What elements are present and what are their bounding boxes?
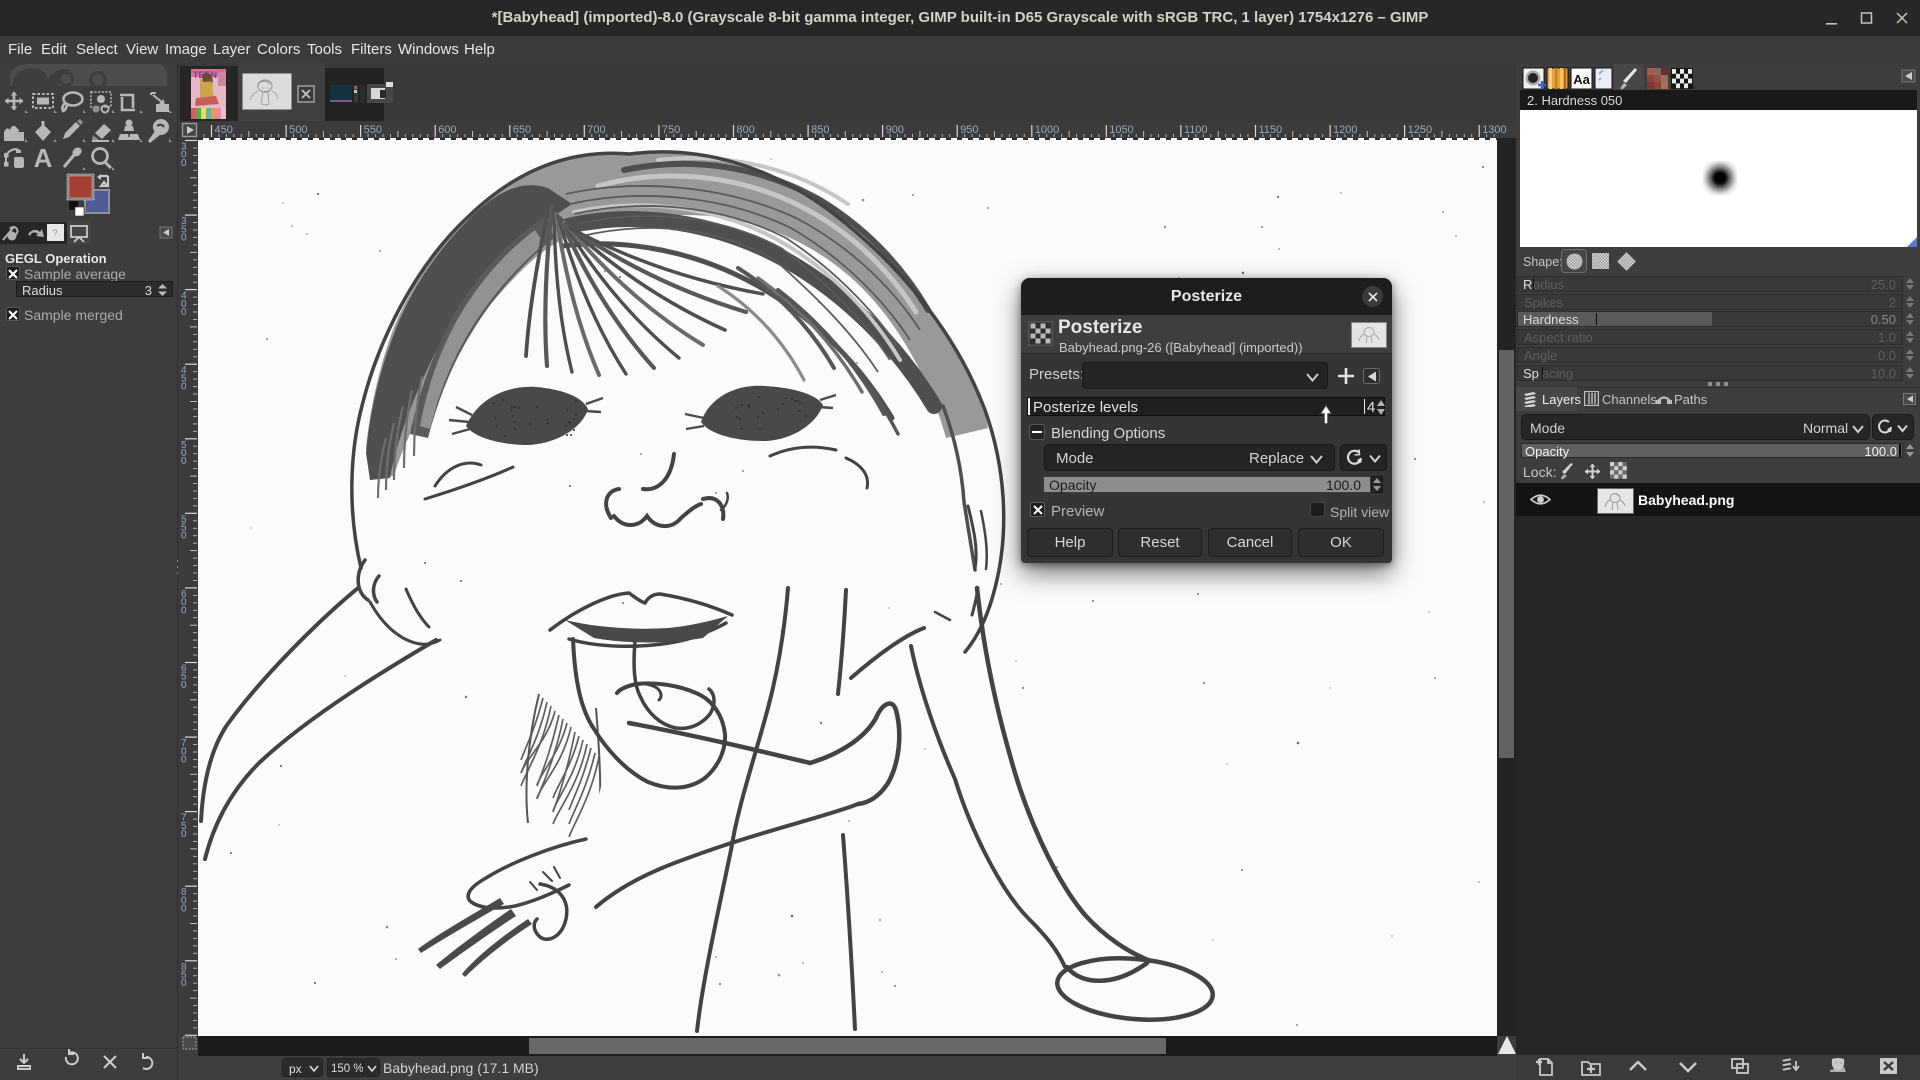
svg-text:700: 700 <box>587 124 605 136</box>
svg-text:0: 0 <box>181 978 187 989</box>
svg-text:0: 0 <box>181 680 187 691</box>
svg-text:500: 500 <box>289 124 307 136</box>
svg-text:1000: 1000 <box>1035 124 1059 136</box>
svg-text:550: 550 <box>364 124 382 136</box>
svg-text:900: 900 <box>886 124 904 136</box>
svg-text:450: 450 <box>215 124 233 136</box>
svg-text:950: 950 <box>960 124 978 136</box>
svg-text:?: ? <box>52 228 57 238</box>
svg-text:0: 0 <box>181 904 187 915</box>
svg-text:0: 0 <box>181 382 187 393</box>
svg-text:0: 0 <box>181 456 187 467</box>
svg-text:0: 0 <box>181 531 187 542</box>
svg-text:650: 650 <box>513 124 531 136</box>
svg-text:0: 0 <box>181 158 187 169</box>
svg-text:750: 750 <box>662 124 680 136</box>
svg-text:1150: 1150 <box>1259 124 1283 136</box>
svg-text:800: 800 <box>737 124 755 136</box>
svg-text:600: 600 <box>438 124 456 136</box>
svg-text:1050: 1050 <box>1109 124 1133 136</box>
svg-text:0: 0 <box>181 307 187 318</box>
svg-text:1200: 1200 <box>1333 124 1357 136</box>
svg-text:Aa: Aa <box>1573 72 1590 87</box>
svg-text:0: 0 <box>181 755 187 766</box>
svg-text:0: 0 <box>181 233 187 244</box>
svg-text:850: 850 <box>811 124 829 136</box>
svg-text:1100: 1100 <box>1184 124 1208 136</box>
svg-text:0: 0 <box>181 605 187 616</box>
svg-text:A: A <box>34 143 53 173</box>
svg-text:1250: 1250 <box>1408 124 1432 136</box>
svg-text:0: 0 <box>181 829 187 840</box>
svg-text:1300: 1300 <box>1482 124 1506 136</box>
